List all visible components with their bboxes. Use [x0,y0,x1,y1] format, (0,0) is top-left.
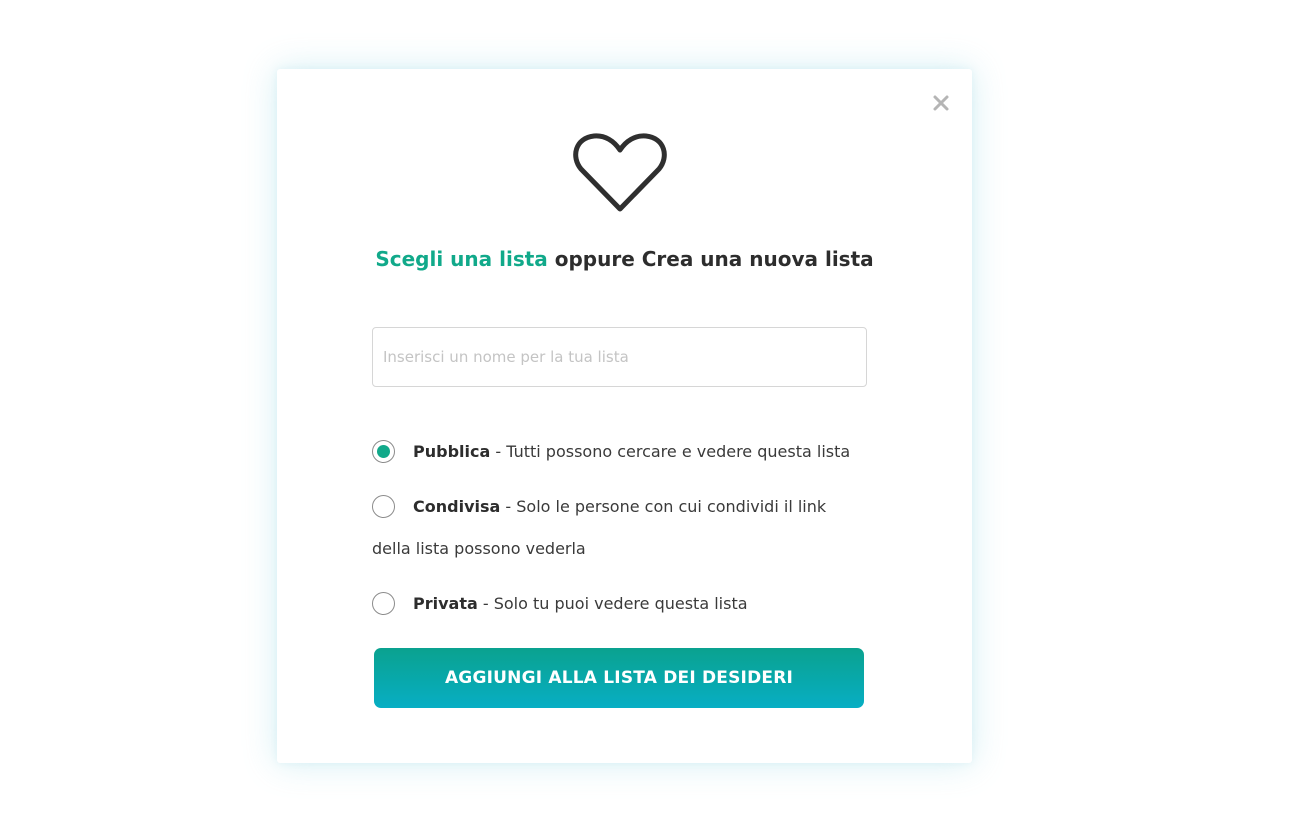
option-pubblica[interactable]: Pubblica - Tutti possono cercare e veder… [372,439,872,467]
add-to-wishlist-button[interactable]: AGGIUNGI ALLA LISTA DEI DESIDERI [374,648,864,708]
heart-icon [572,132,668,214]
heart-icon-glyph [573,133,667,212]
radio-condivisa[interactable] [372,495,395,518]
option-privata-description: - Solo tu puoi vedere questa lista [477,594,748,613]
option-privata-text: Privata - Solo tu puoi vedere questa lis… [413,594,748,613]
option-pubblica-label: Pubblica [413,442,491,461]
option-condivisa-text: Condivisa - Solo le persone con cui cond… [413,497,826,516]
option-condivisa-description-cont: della lista possono vederla [372,539,586,558]
wishlist-modal: Scegli una lista oppure Crea una nuova l… [277,69,972,763]
title-rest: oppure Crea una nuova lista [547,247,874,271]
close-icon[interactable] [929,91,953,115]
option-condivisa[interactable]: Condivisa - Solo le persone con cui cond… [372,493,872,568]
option-privata-label: Privata [413,594,478,613]
option-privata[interactable]: Privata - Solo tu puoi vedere questa lis… [372,591,872,619]
option-pubblica-text: Pubblica - Tutti possono cercare e veder… [413,442,850,461]
option-condivisa-description: - Solo le persone con cui condividi il l… [500,497,827,516]
close-icon-glyph [933,95,949,111]
option-condivisa-label: Condivisa [413,497,501,516]
radio-pubblica[interactable] [372,440,395,463]
modal-title: Scegli una lista oppure Crea una nuova l… [277,247,972,271]
option-pubblica-description: - Tutti possono cercare e vedere questa … [490,442,851,461]
radio-privata[interactable] [372,592,395,615]
choose-list-link[interactable]: Scegli una lista [375,247,547,271]
list-name-input[interactable] [372,327,867,387]
